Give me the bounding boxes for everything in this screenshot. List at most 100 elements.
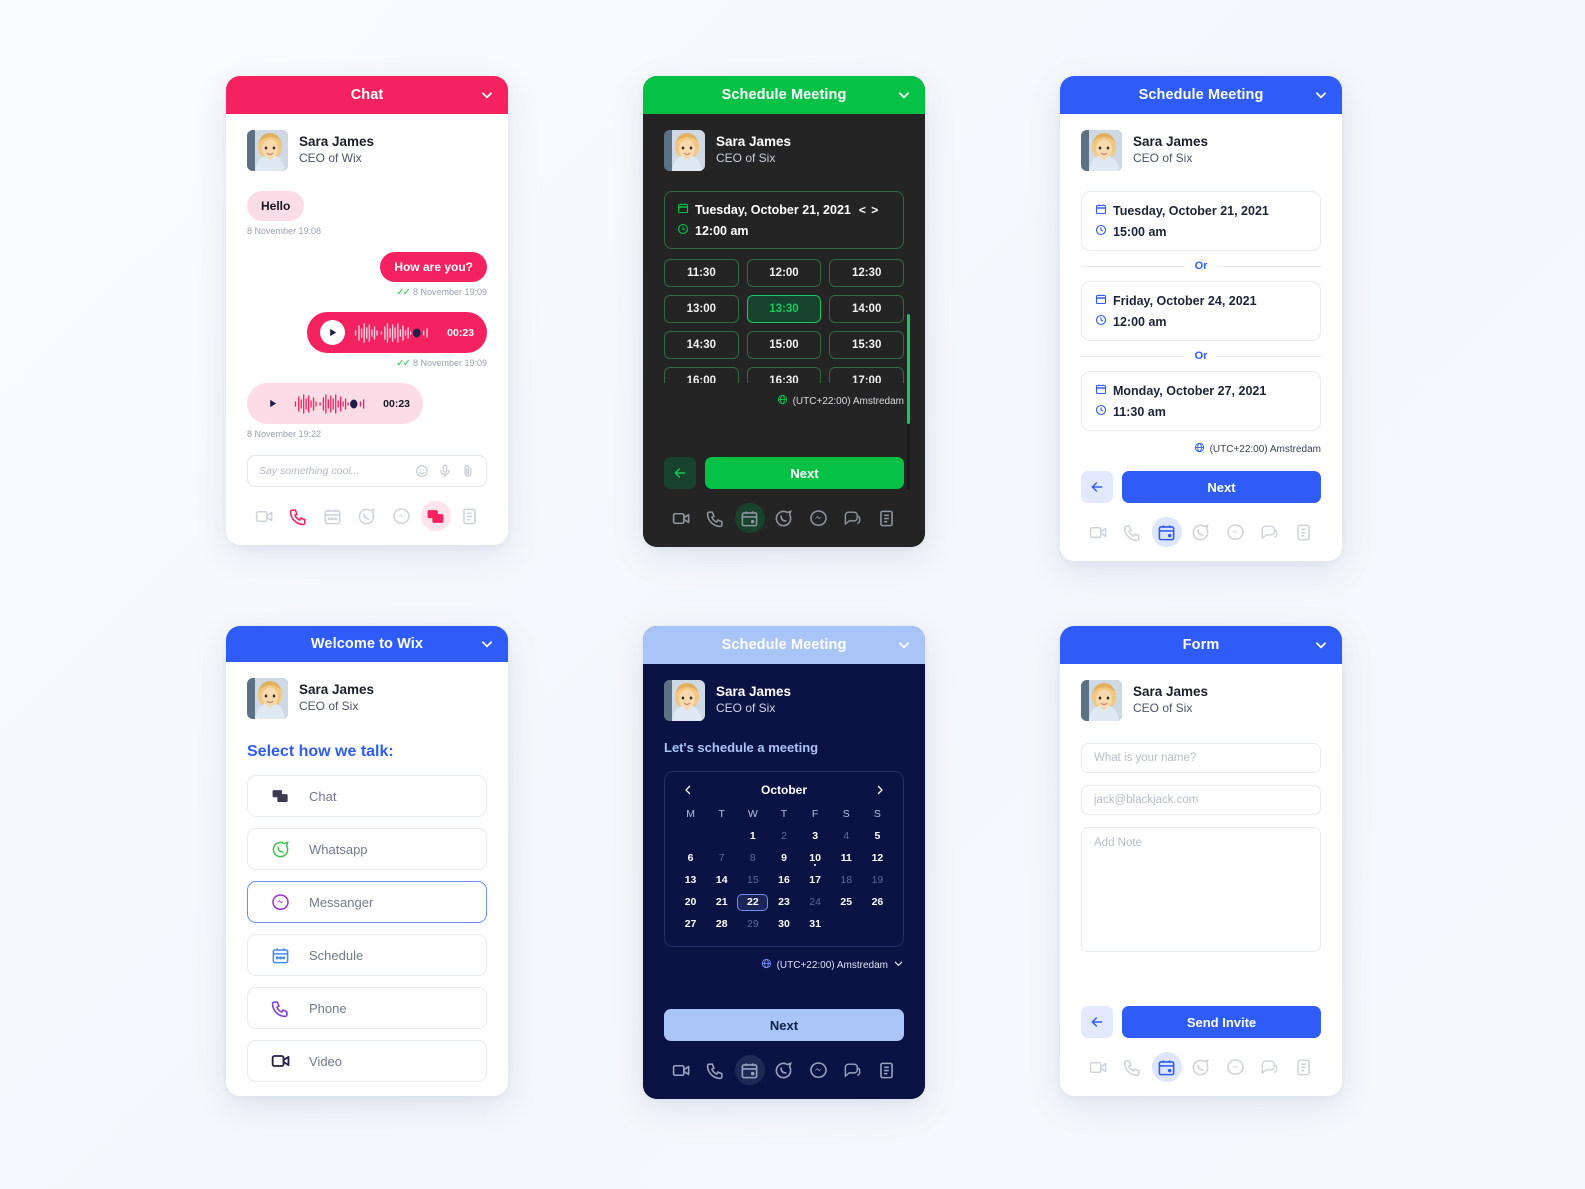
- choice-messenger[interactable]: Messanger: [247, 881, 487, 923]
- nav-phone-icon[interactable]: [700, 503, 730, 533]
- day-cell[interactable]: 12: [862, 850, 893, 867]
- chevron-down-icon[interactable]: [1314, 638, 1328, 652]
- nav-whatsapp-icon[interactable]: [1186, 517, 1216, 547]
- selected-datetime-box[interactable]: Tuesday, October 21, 2021 < > 12:00 am: [664, 191, 904, 249]
- next-button[interactable]: Next: [664, 1009, 904, 1041]
- day-cell[interactable]: 13: [675, 872, 706, 889]
- email-field[interactable]: jack@blackjack.com: [1081, 785, 1321, 815]
- nav-video-icon[interactable]: [666, 1055, 696, 1085]
- nav-video-icon[interactable]: [1083, 517, 1113, 547]
- nav-messenger-icon[interactable]: [803, 503, 833, 533]
- nav-messenger-icon[interactable]: [803, 1055, 833, 1085]
- day-cell[interactable]: 29: [737, 916, 768, 933]
- nav-video-icon[interactable]: [666, 503, 696, 533]
- chevron-down-icon[interactable]: [480, 637, 494, 651]
- send-invite-button[interactable]: Send Invite: [1122, 1006, 1321, 1038]
- nav-whatsapp-icon[interactable]: [352, 501, 382, 531]
- time-option-3[interactable]: Monday, October 27, 2021 11:30 am: [1081, 371, 1321, 431]
- day-cell-today[interactable]: 10: [800, 850, 831, 867]
- chevron-down-icon[interactable]: [893, 958, 904, 972]
- time-option-1[interactable]: Tuesday, October 21, 2021 15:00 am: [1081, 191, 1321, 251]
- nav-calendar-icon[interactable]: [1151, 1052, 1182, 1082]
- day-cell[interactable]: 2: [768, 828, 799, 845]
- nav-calendar-icon[interactable]: [318, 501, 348, 531]
- nav-messenger-icon[interactable]: [1220, 1052, 1250, 1082]
- time-slot[interactable]: 16:00: [664, 367, 739, 383]
- name-field[interactable]: What is your name?: [1081, 743, 1321, 773]
- day-cell[interactable]: 26: [862, 894, 893, 911]
- next-button[interactable]: Next: [1122, 471, 1321, 503]
- choice-video[interactable]: Video: [247, 1040, 487, 1082]
- day-cell[interactable]: 19: [862, 872, 893, 889]
- back-button[interactable]: [1081, 1006, 1113, 1038]
- slots-scrollbar[interactable]: [907, 314, 910, 490]
- time-slot[interactable]: 13:00: [664, 295, 739, 323]
- nav-form-icon[interactable]: [872, 503, 902, 533]
- play-icon[interactable]: [320, 320, 345, 345]
- day-cell[interactable]: 17: [800, 872, 831, 889]
- message-input[interactable]: Say something cool...: [259, 465, 406, 477]
- microphone-icon[interactable]: [438, 464, 452, 478]
- timezone-row[interactable]: (UTC+22:00) Amstredam: [664, 958, 904, 972]
- day-cell[interactable]: 24: [800, 894, 831, 911]
- choice-schedule[interactable]: Schedule: [247, 934, 487, 976]
- nav-video-icon[interactable]: [1083, 1052, 1113, 1082]
- next-month-icon[interactable]: [873, 783, 887, 797]
- choice-whatsapp[interactable]: Whatsapp: [247, 828, 487, 870]
- day-cell[interactable]: 7: [706, 850, 737, 867]
- nav-form-icon[interactable]: [1289, 517, 1319, 547]
- timezone-row[interactable]: (UTC+22:00) Amstredam: [1081, 442, 1321, 456]
- time-slot[interactable]: 15:30: [829, 331, 904, 359]
- nav-phone-icon[interactable]: [1117, 1052, 1147, 1082]
- day-cell[interactable]: 11: [831, 850, 862, 867]
- nav-form-icon[interactable]: [872, 1055, 902, 1085]
- time-slot[interactable]: 15:00: [746, 331, 822, 359]
- day-cell[interactable]: [831, 916, 862, 933]
- day-cell[interactable]: 31: [800, 916, 831, 933]
- attachment-icon[interactable]: [461, 464, 475, 478]
- day-cell[interactable]: 20: [675, 894, 706, 911]
- day-cell[interactable]: 6: [675, 850, 706, 867]
- nav-chat-icon[interactable]: [1255, 517, 1285, 547]
- play-icon[interactable]: [260, 391, 285, 416]
- nav-chat-icon[interactable]: [838, 503, 868, 533]
- time-slot[interactable]: 16:30: [746, 367, 822, 383]
- nav-chat-icon[interactable]: [838, 1055, 868, 1085]
- scrollbar-thumb[interactable]: [907, 314, 910, 424]
- day-cell[interactable]: 1: [737, 828, 768, 845]
- nav-calendar-icon[interactable]: [734, 503, 765, 533]
- day-cell[interactable]: [675, 828, 706, 845]
- nav-form-icon[interactable]: [455, 501, 485, 531]
- day-cell[interactable]: 18: [831, 872, 862, 889]
- chevron-down-icon[interactable]: [480, 88, 494, 102]
- back-button[interactable]: [664, 457, 696, 489]
- day-cell[interactable]: 8: [737, 850, 768, 867]
- date-stepper[interactable]: < >: [859, 203, 879, 217]
- day-cell[interactable]: 4: [831, 828, 862, 845]
- day-cell[interactable]: 28: [706, 916, 737, 933]
- time-slot[interactable]: 17:00: [829, 367, 904, 383]
- nav-chat-icon[interactable]: [420, 501, 451, 531]
- day-cell[interactable]: 25: [831, 894, 862, 911]
- day-cell[interactable]: 9: [768, 850, 799, 867]
- nav-phone-icon[interactable]: [1117, 517, 1147, 547]
- day-cell[interactable]: 5: [862, 828, 893, 845]
- day-cell[interactable]: 15: [737, 872, 768, 889]
- chevron-down-icon[interactable]: [1314, 88, 1328, 102]
- note-field[interactable]: Add Note: [1081, 827, 1321, 952]
- time-slot[interactable]: 14:30: [664, 331, 739, 359]
- nav-calendar-icon[interactable]: [734, 1055, 765, 1085]
- nav-whatsapp-icon[interactable]: [1186, 1052, 1216, 1082]
- choice-phone[interactable]: Phone: [247, 987, 487, 1029]
- day-cell[interactable]: 16: [768, 872, 799, 889]
- day-cell[interactable]: 21: [706, 894, 737, 911]
- nav-whatsapp-icon[interactable]: [769, 1055, 799, 1085]
- nav-whatsapp-icon[interactable]: [769, 503, 799, 533]
- nav-messenger-icon[interactable]: [386, 501, 416, 531]
- time-slot[interactable]: 12:30: [829, 259, 904, 287]
- day-cell[interactable]: 30: [768, 916, 799, 933]
- time-slot[interactable]: 14:00: [829, 295, 904, 323]
- next-button[interactable]: Next: [705, 457, 904, 489]
- day-cell[interactable]: [862, 916, 893, 933]
- day-cell[interactable]: 27: [675, 916, 706, 933]
